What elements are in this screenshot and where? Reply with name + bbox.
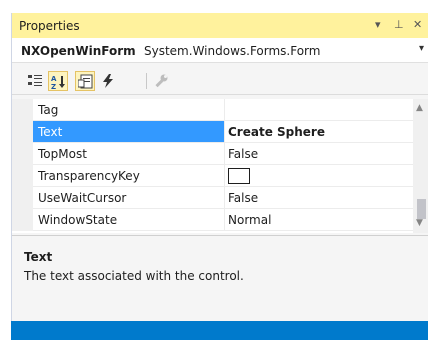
object-name: NXOpenWinForm: [21, 44, 136, 58]
categorized-icon: [28, 75, 42, 86]
property-name: Text: [38, 125, 63, 139]
close-icon[interactable]: ✕: [413, 18, 422, 31]
pin-icon[interactable]: ⊥: [394, 18, 404, 31]
scroll-up-icon[interactable]: ▲: [416, 103, 423, 113]
property-row-topmost[interactable]: TopMost False: [12, 143, 413, 165]
object-type: System.Windows.Forms.Form: [144, 44, 321, 58]
alphabetical-button[interactable]: A Z: [48, 71, 68, 91]
property-value: Create Sphere: [228, 125, 325, 139]
properties-title-bar: Properties ▾ ⊥ ✕: [12, 13, 428, 38]
chevron-down-icon[interactable]: ▾: [419, 43, 424, 54]
description-title: Text: [24, 250, 53, 264]
object-selector[interactable]: NXOpenWinForm System.Windows.Forms.Form …: [12, 38, 428, 63]
properties-icon: [78, 74, 93, 89]
property-row-transparencykey[interactable]: TransparencyKey: [12, 165, 413, 187]
scroll-down-icon[interactable]: ▼: [416, 218, 423, 228]
properties-toolbar: A Z: [12, 68, 428, 95]
property-name: WindowState: [38, 213, 118, 227]
property-value: Normal: [228, 213, 272, 227]
property-name: TransparencyKey: [38, 169, 140, 183]
property-pages-button[interactable]: [151, 71, 171, 91]
panel-title: Properties: [19, 19, 80, 33]
property-row-text[interactable]: Text Create Sphere: [12, 121, 413, 143]
scrollbar-thumb[interactable]: [417, 199, 426, 219]
properties-panel: Properties ▾ ⊥ ✕ NXOpenWinForm System.Wi…: [11, 13, 428, 322]
status-bar: [11, 321, 428, 340]
events-button[interactable]: [98, 71, 118, 91]
property-grid: Tag Text Create Sphere TopMost False Tra…: [12, 99, 413, 233]
svg-text:A: A: [51, 75, 57, 83]
vertical-scrollbar[interactable]: ▲ ▼: [413, 99, 428, 233]
events-lightning-icon: [103, 74, 113, 88]
color-swatch: [228, 168, 250, 184]
categorized-button[interactable]: [25, 71, 45, 91]
toolbar-separator: [146, 73, 147, 89]
property-row-windowstate[interactable]: WindowState Normal: [12, 209, 413, 231]
alphabetical-icon: A Z: [51, 75, 65, 90]
property-name: TopMost: [38, 147, 87, 161]
property-name: Tag: [38, 103, 59, 117]
property-value: False: [228, 191, 259, 205]
description-pane: Text The text associated with the contro…: [12, 235, 428, 322]
svg-text:Z: Z: [51, 83, 56, 90]
property-name: UseWaitCursor: [38, 191, 127, 205]
property-pages-wrench-icon: [155, 74, 168, 88]
properties-button[interactable]: [75, 71, 95, 91]
window-position-menu-icon[interactable]: ▾: [375, 18, 381, 31]
property-value: False: [228, 147, 259, 161]
description-text: The text associated with the control.: [24, 269, 244, 283]
property-row-usewaitcursor[interactable]: UseWaitCursor False: [12, 187, 413, 209]
property-row-tag[interactable]: Tag: [12, 99, 413, 121]
